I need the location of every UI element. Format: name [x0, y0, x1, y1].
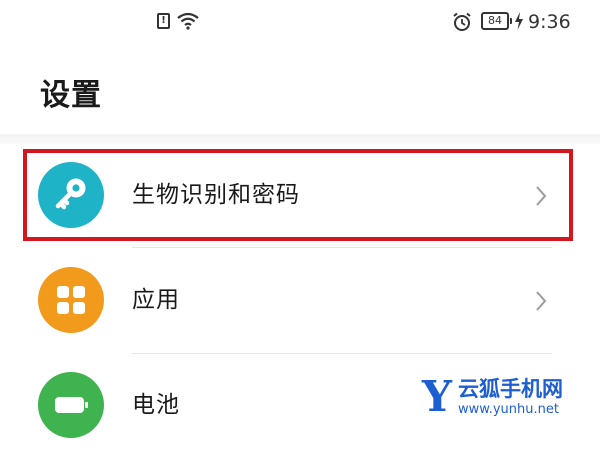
watermark-url: www.yunhu.net: [458, 402, 559, 417]
alert-icon: !: [157, 13, 170, 29]
row-divider: [132, 353, 552, 354]
alarm-icon: [453, 12, 471, 31]
row-divider: [132, 247, 552, 248]
header-divider: [0, 134, 600, 144]
settings-item-apps[interactable]: 应用: [0, 250, 600, 350]
battery-level-indicator: 84: [481, 12, 512, 30]
watermark-logo: Y: [422, 372, 452, 421]
chevron-right-icon: [536, 186, 547, 206]
battery-icon: [38, 372, 104, 438]
page-title: 设置: [40, 78, 102, 113]
charging-icon: [515, 12, 523, 30]
settings-item-biometrics[interactable]: 生物识别和密码: [0, 145, 600, 245]
settings-item-label: 应用: [132, 287, 180, 313]
apps-grid-icon: [38, 267, 104, 333]
clock-time: 9:36: [528, 11, 571, 33]
key-icon: [38, 162, 104, 228]
settings-item-label: 电池: [132, 392, 180, 418]
chevron-right-icon: [536, 291, 547, 311]
status-bar: ! 84 9:36: [0, 0, 600, 48]
watermark: Y 云狐手机网 www.yunhu.net: [420, 373, 600, 437]
wifi-icon: [177, 12, 199, 30]
settings-item-label: 生物识别和密码: [132, 182, 300, 208]
watermark-name: 云狐手机网: [458, 377, 563, 401]
